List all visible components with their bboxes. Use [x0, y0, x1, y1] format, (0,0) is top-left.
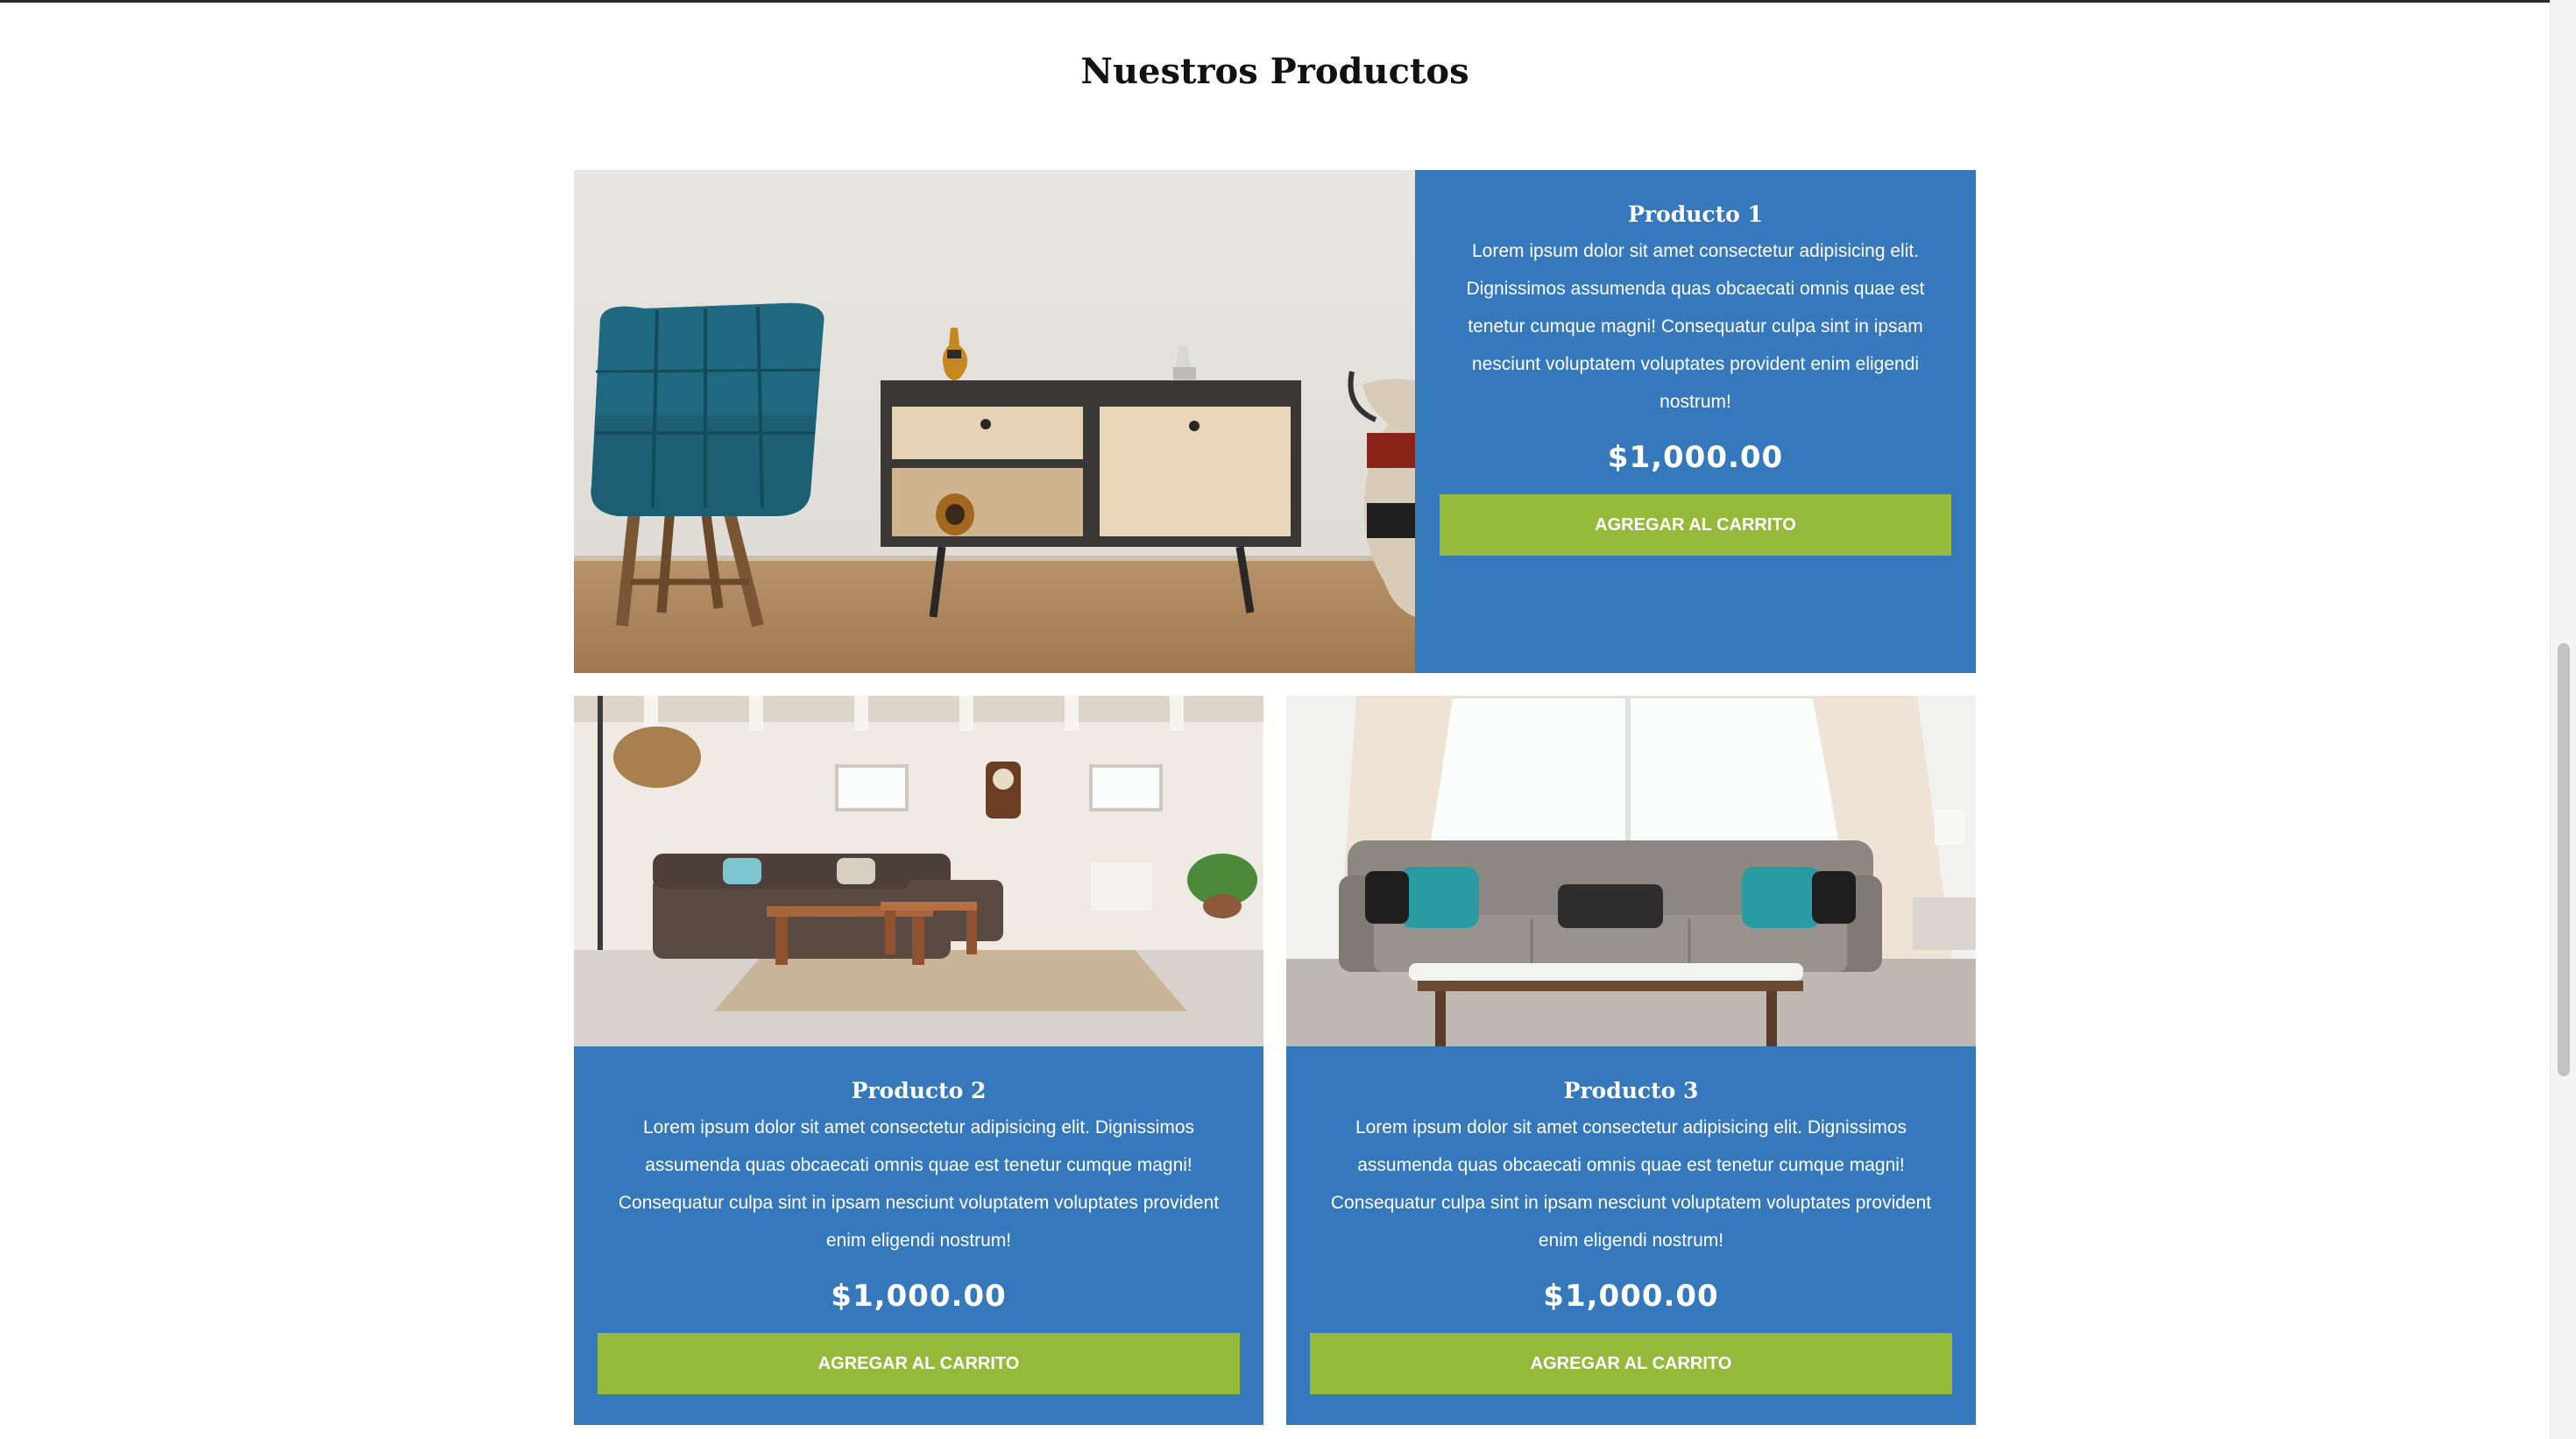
- product-1-title: Producto 1: [1628, 202, 1763, 227]
- product-3-info: Producto 3 Lorem ipsum dolor sit amet co…: [1286, 1046, 1976, 1425]
- add-to-cart-button-3[interactable]: Agregar al Carrito: [1310, 1333, 1952, 1394]
- product-2-info: Producto 2 Lorem ipsum dolor sit amet co…: [574, 1046, 1263, 1425]
- page-title: Nuestros Productos: [1080, 51, 1469, 92]
- product-1-image: [574, 170, 1415, 673]
- product-card-3: Producto 3 Lorem ipsum dolor sit amet co…: [1286, 696, 1976, 1425]
- product-card-1: Producto 1 Lorem ipsum dolor sit amet co…: [574, 170, 1976, 673]
- top-border: [0, 0, 2550, 3]
- product-2-description: Lorem ipsum dolor sit amet consectetur a…: [618, 1117, 1220, 1251]
- product-1-price: $1,000.00: [1607, 440, 1784, 475]
- product-card-2: Producto 2 Lorem ipsum dolor sit amet co…: [574, 696, 1263, 1425]
- product-1-info: Producto 1 Lorem ipsum dolor sit amet co…: [1415, 170, 1976, 673]
- product-3-image: [1286, 696, 1976, 1046]
- scrollbar-thumb[interactable]: [2558, 643, 2570, 1076]
- add-to-cart-button-1[interactable]: Agregar al Carrito: [1440, 494, 1951, 556]
- product-3-description: Lorem ipsum dolor sit amet consectetur a…: [1330, 1117, 1932, 1251]
- product-2-image: [574, 696, 1263, 1046]
- product-3-price: $1,000.00: [1543, 1279, 1719, 1314]
- product-1-description: Lorem ipsum dolor sit amet consectetur a…: [1466, 241, 1925, 412]
- product-2-title: Producto 2: [851, 1078, 987, 1103]
- scrollbar-track[interactable]: [2550, 0, 2576, 1439]
- product-2-price: $1,000.00: [831, 1279, 1007, 1314]
- add-to-cart-button-2[interactable]: Agregar al Carrito: [598, 1333, 1240, 1394]
- product-3-title: Producto 3: [1563, 1078, 1699, 1103]
